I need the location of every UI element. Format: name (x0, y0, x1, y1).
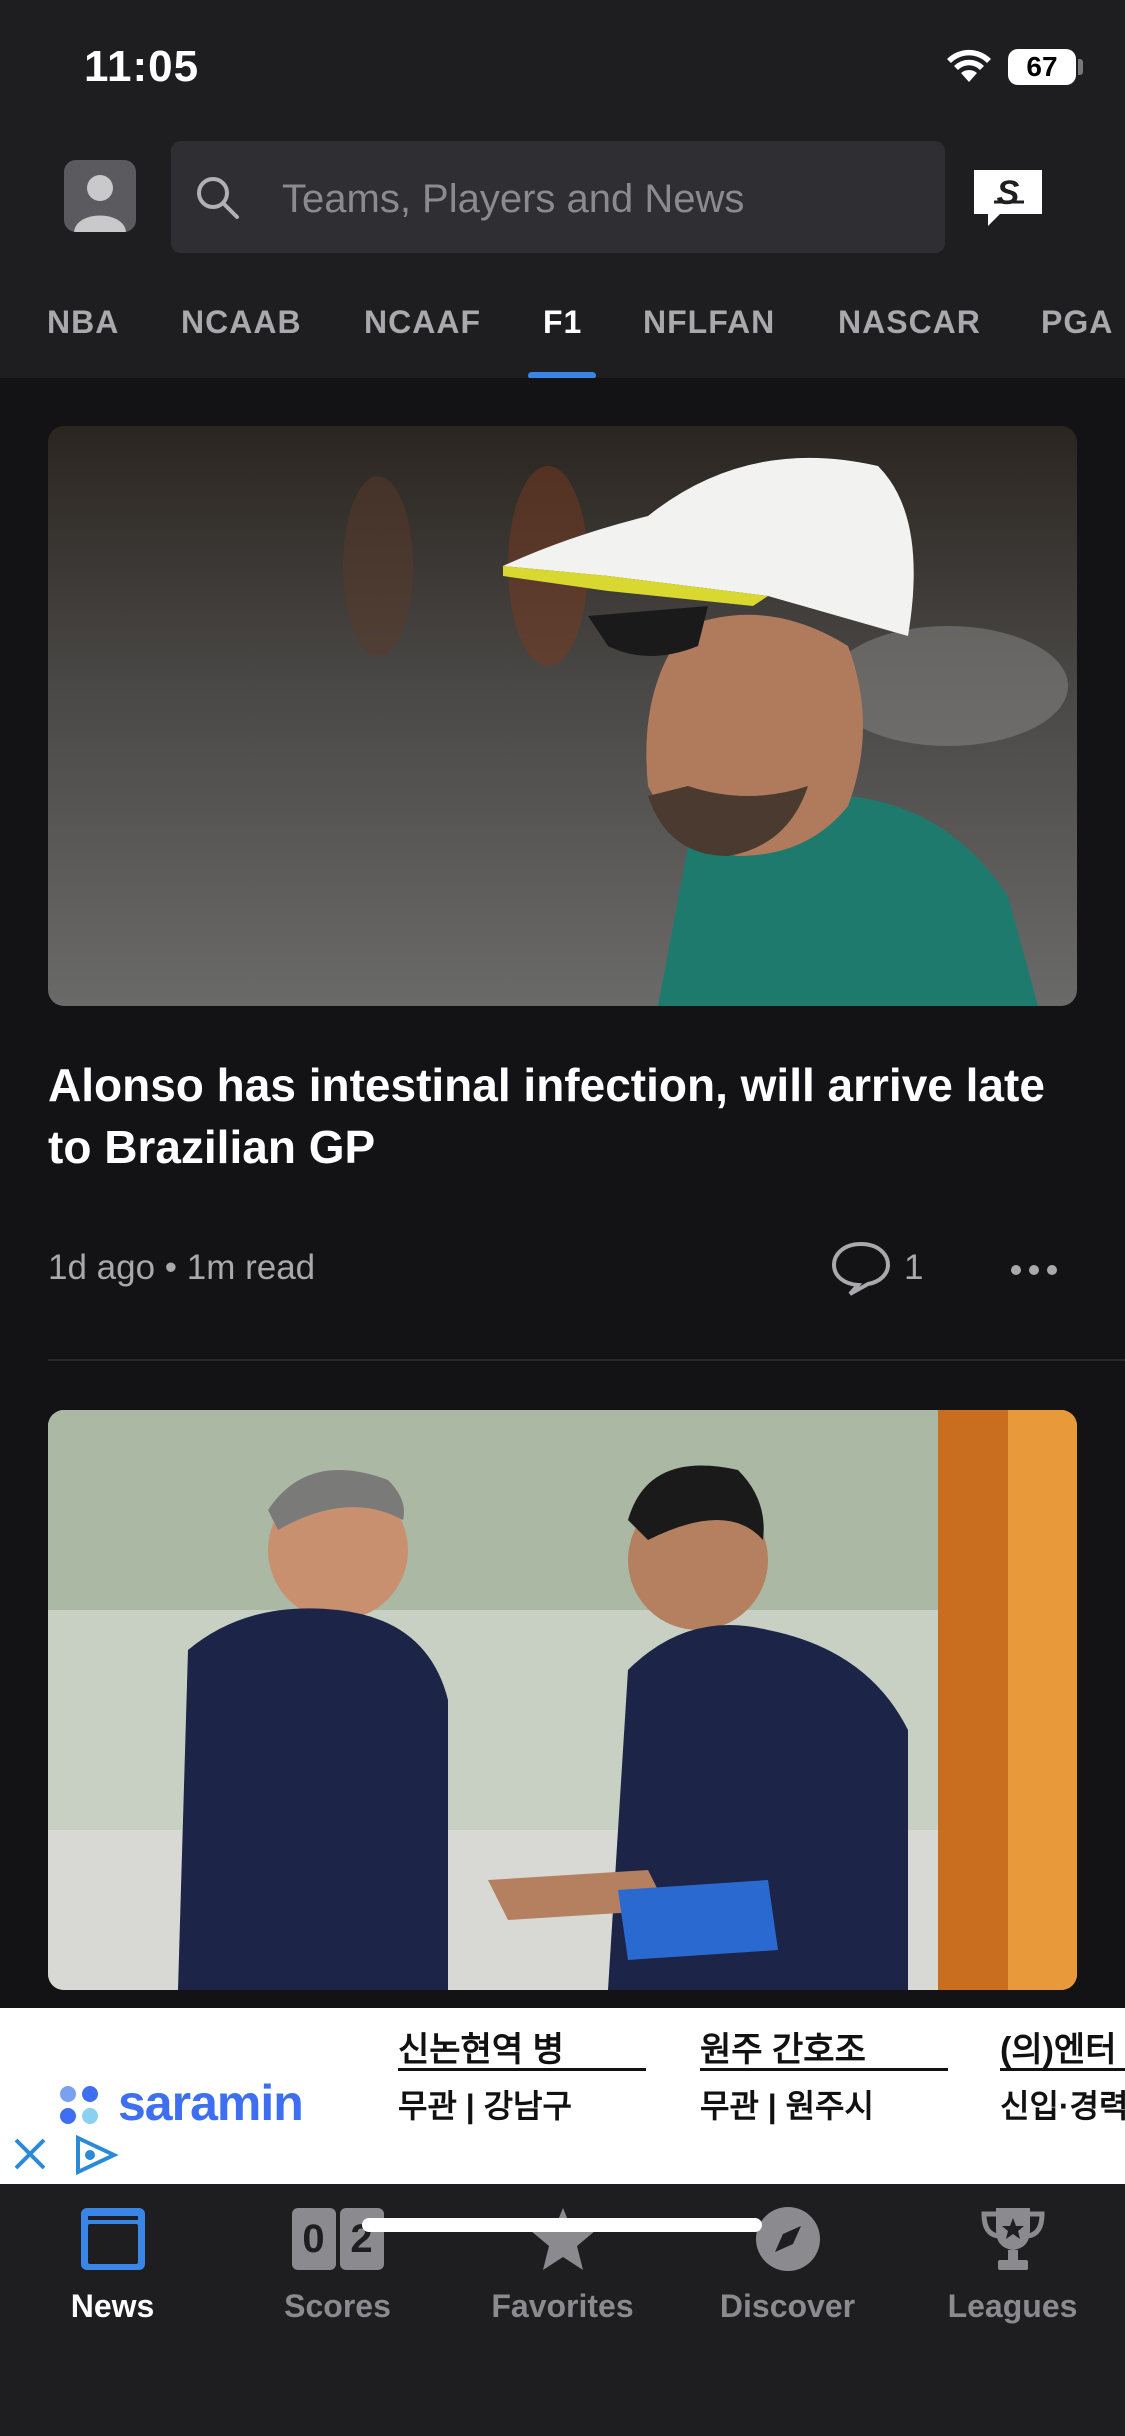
star-icon (530, 2208, 595, 2270)
ad-listing-title: (의)엔터 (1000, 2031, 1117, 2068)
nav-news-label: News (70, 2288, 155, 2324)
status-time: 11:05 (84, 42, 200, 91)
compass-icon (755, 2207, 820, 2271)
nav-discover-label: Discover (719, 2288, 856, 2324)
nav-favorites-label: Favorites (491, 2288, 634, 2324)
news-feed: Alonso has intestinal infection, will ar… (0, 378, 1125, 2008)
article-image[interactable] (48, 1410, 1077, 1990)
more-options-icon[interactable] (1010, 1264, 1058, 1276)
news-icon (80, 2208, 145, 2270)
ad-listing-rule (398, 2068, 646, 2071)
ad-listing[interactable]: 신논현역 병 무관 | 강남구 (398, 2022, 646, 2127)
scores-icon: 02 (225, 2204, 450, 2274)
tab-f1[interactable]: F1 (543, 304, 582, 341)
tab-nba[interactable]: NBA (47, 304, 119, 341)
theScore-bet-icon[interactable]: S (970, 166, 1046, 228)
app-header: Teams, Players and News S NBA NCAAB NCAA… (0, 130, 1125, 379)
search-placeholder: Teams, Players and News (282, 177, 745, 221)
search-input[interactable]: Teams, Players and News (171, 141, 945, 253)
wifi-icon (947, 49, 991, 82)
ad-listing-subtitle: 무관 | 원주시 (700, 2088, 874, 2124)
ad-listing[interactable]: 원주 간호조 무관 | 원주시 (700, 2022, 948, 2127)
ad-listing-subtitle: 신입·경력 (1000, 2088, 1125, 2124)
tab-pga[interactable]: PGA (1041, 304, 1113, 341)
ad-banner[interactable]: saramin 신논현역 병 무관 | 강남구 원주 간호조 무관 | 원주시 … (0, 2008, 1125, 2184)
ad-brand: saramin (118, 2075, 304, 2131)
league-tabs: NBA NCAAB NCAAF F1 NFLFAN NASCAR PGA (0, 290, 1125, 379)
saramin-logo-icon (60, 2086, 98, 2124)
search-icon (197, 177, 239, 219)
nav-news[interactable]: News (0, 2204, 225, 2344)
tab-nflfan[interactable]: NFLFAN (643, 304, 775, 341)
nav-leagues[interactable]: Leagues (900, 2204, 1125, 2344)
ad-choices-icon[interactable] (72, 2134, 122, 2176)
ad-listing-rule (1000, 2068, 1125, 2071)
user-icon (74, 175, 126, 232)
ad-listing-title: 원주 간호조 (700, 2031, 866, 2068)
ad-listing[interactable]: (의)엔터 신입·경력 (1000, 2022, 1125, 2127)
close-icon[interactable] (10, 2134, 50, 2174)
tab-ncaaf[interactable]: NCAAF (364, 304, 481, 341)
comment-count: 1 (904, 1248, 924, 1287)
comment-icon[interactable] (830, 1240, 892, 1296)
article-image[interactable] (48, 426, 1077, 1006)
avatar[interactable] (64, 160, 136, 232)
trophy-icon (980, 2208, 1045, 2270)
tab-nascar[interactable]: NASCAR (838, 304, 981, 341)
battery-indicator: 67 (1008, 49, 1076, 85)
nav-leagues-label: Leagues (947, 2288, 1078, 2324)
nav-scores-label: Scores (284, 2288, 391, 2324)
battery-tip (1078, 59, 1083, 75)
home-indicator (362, 2218, 762, 2232)
article-meta: 1d ago • 1m read (48, 1248, 316, 1287)
status-bar: 11:05 67 (0, 0, 1125, 130)
svg-text:S: S (997, 174, 1020, 212)
article-headline[interactable]: Alonso has intestinal infection, will ar… (48, 1054, 1048, 1178)
score-digit: 0 (291, 2208, 336, 2270)
ad-listing-subtitle: 무관 | 강남구 (398, 2088, 572, 2124)
article-divider (48, 1359, 1125, 1361)
tab-ncaab[interactable]: NCAAB (181, 304, 302, 341)
ad-listing-rule (700, 2068, 948, 2071)
ad-listing-title: 신논현역 병 (398, 2031, 564, 2068)
